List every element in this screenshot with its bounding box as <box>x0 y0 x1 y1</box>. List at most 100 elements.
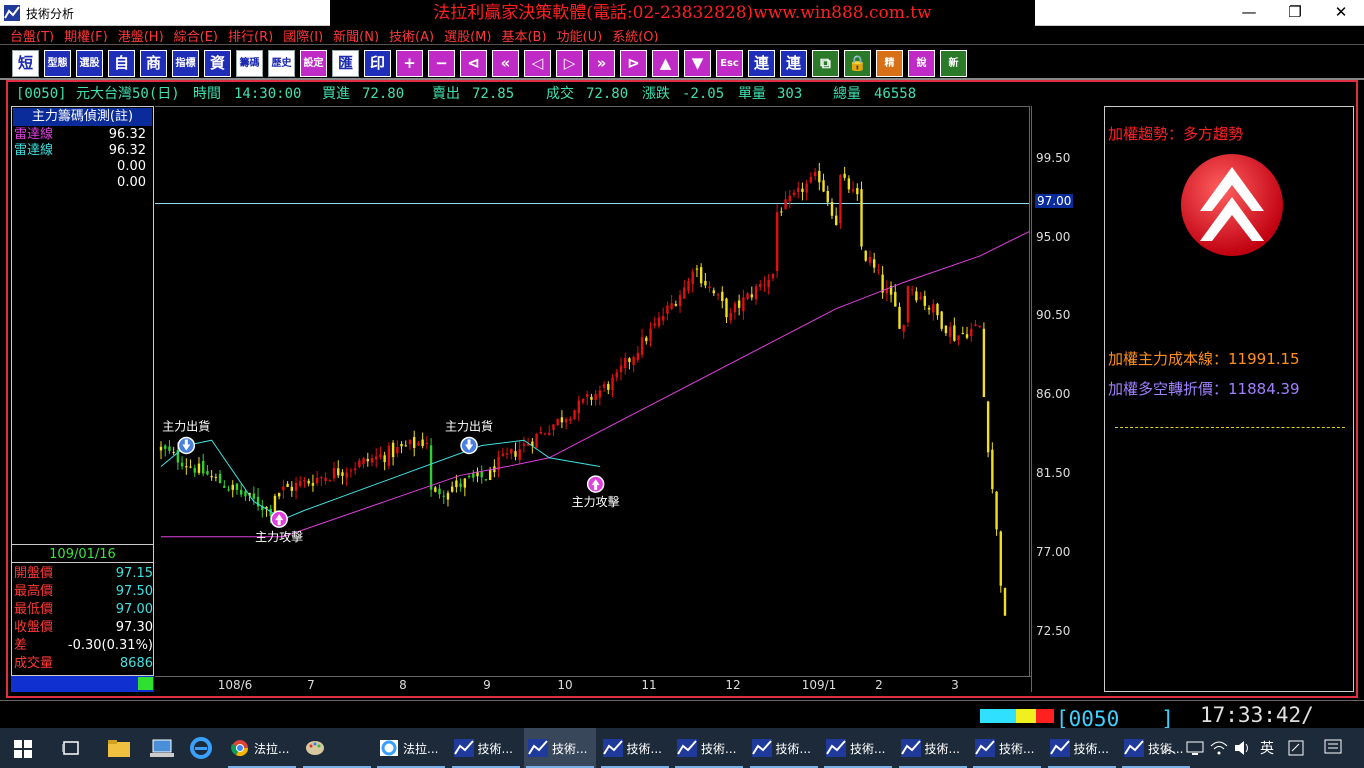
taskbar-task-label: 技術... <box>775 742 811 756</box>
menu-item-3[interactable]: 綜合(E) <box>174 30 218 42</box>
toolbar-button-22[interactable]: Esc <box>716 50 743 77</box>
taskbar-task[interactable]: 技術... <box>897 728 969 768</box>
toolbar-button-14[interactable]: ⊲ <box>460 50 487 77</box>
candle-body <box>227 489 230 491</box>
tray-expand-icon[interactable]: ︿ <box>1162 738 1176 758</box>
menu-item-5[interactable]: 國際(I) <box>283 30 323 42</box>
toolbar-button-2[interactable]: 選股 <box>76 50 103 77</box>
candle-body <box>307 480 310 484</box>
candle-body <box>286 483 289 488</box>
wifi-icon[interactable] <box>1210 740 1228 756</box>
menu-item-4[interactable]: 排行(R) <box>228 30 273 42</box>
taskbar-task[interactable]: 技術... <box>748 728 820 768</box>
menu-item-0[interactable]: 台盤(T) <box>10 30 54 42</box>
toolbar-button-23[interactable]: 連 <box>748 50 775 77</box>
toolbar-button-4[interactable]: 商 <box>140 50 167 77</box>
change-value: -2.05 <box>682 86 725 102</box>
candle-body <box>514 451 517 457</box>
date-tick-label: 11 <box>641 678 657 692</box>
candle-body <box>425 443 429 445</box>
internet-explorer-icon[interactable] <box>190 737 212 759</box>
minimize-button[interactable]: — <box>1226 0 1272 26</box>
menu-item-6[interactable]: 新聞(N) <box>333 30 379 42</box>
price-tick-label: 90.50 <box>1036 308 1071 323</box>
taskbar-task[interactable]: 技術... <box>1120 728 1192 768</box>
toolbar-button-9[interactable]: 設定 <box>300 50 327 77</box>
toolbar-button-11[interactable]: 印 <box>364 50 391 77</box>
notifications-icon[interactable] <box>1324 739 1342 757</box>
price-chart[interactable]: 主力出貨主力攻擊主力出貨主力攻擊主力出貨 <box>155 106 1030 676</box>
candle-body <box>843 173 846 178</box>
close-button[interactable]: ✕ <box>1318 0 1364 26</box>
toolbar-button-5[interactable]: 指標 <box>172 50 199 77</box>
chart-icon <box>528 739 548 757</box>
toolbar-button-7[interactable]: 籌碼 <box>236 50 263 77</box>
task-view-icon[interactable] <box>62 740 80 756</box>
toolbar-button-19[interactable]: ⊳ <box>620 50 647 77</box>
taskbar-task[interactable]: 技術... <box>822 728 894 768</box>
taskbar-task[interactable]: 法拉... <box>375 728 447 768</box>
toolbar-button-25[interactable]: ⧉ <box>812 50 839 77</box>
candle-body <box>624 358 627 369</box>
menu-item-9[interactable]: 基本(B) <box>501 30 546 42</box>
toolbar-button-20[interactable]: ▲ <box>652 50 679 77</box>
ime-language-indicator[interactable]: 英 <box>1260 738 1274 758</box>
toolbar-button-24[interactable]: 連 <box>780 50 807 77</box>
file-explorer-icon[interactable] <box>108 738 130 758</box>
candle-body <box>742 297 745 312</box>
maximize-button[interactable]: ❐ <box>1272 0 1318 26</box>
candle-body <box>712 290 716 294</box>
toolbar-button-27[interactable]: 精 <box>876 50 903 77</box>
toolbar-button-8[interactable]: 歷史 <box>268 50 295 77</box>
arrow-stem <box>277 520 281 526</box>
toolbar-button-1[interactable]: 型態 <box>44 50 71 77</box>
candle-body <box>446 492 450 500</box>
toolbar-button-15[interactable]: « <box>492 50 519 77</box>
toolbar-button-17[interactable]: ▷ <box>556 50 583 77</box>
daily-quote-row: 成交量 8686 <box>14 655 153 673</box>
toolbar-button-28[interactable]: 說 <box>908 50 935 77</box>
toolbar-button-13[interactable]: − <box>428 50 455 77</box>
candle-body <box>864 250 867 261</box>
candle-body <box>387 445 391 466</box>
toolbar-button-12[interactable]: + <box>396 50 423 77</box>
toolbar-button-0[interactable]: 短 <box>12 50 39 77</box>
last-label: 成交 <box>546 86 574 102</box>
volume-icon[interactable] <box>1234 740 1252 756</box>
toolbar-button-6[interactable]: 資 <box>204 50 231 77</box>
windows-start-icon[interactable] <box>14 740 32 758</box>
taskbar-task[interactable]: 技術... <box>673 728 745 768</box>
taskbar-task[interactable]: 技術... <box>1046 728 1118 768</box>
toolbar-button-26[interactable]: 🔒 <box>844 50 871 77</box>
toolbar-button-10[interactable]: 匯 <box>332 50 359 77</box>
toolbar-button-18[interactable]: » <box>588 50 615 77</box>
horizontal-scrollbar[interactable] <box>11 676 154 692</box>
taskbar-task[interactable]: 法拉... <box>226 728 298 768</box>
ask-value: 72.85 <box>472 86 515 102</box>
menu-item-7[interactable]: 技術(A) <box>389 30 434 42</box>
menu-item-8[interactable]: 選股(M) <box>444 30 491 42</box>
network-icon[interactable] <box>1186 740 1204 756</box>
taskbar-task[interactable] <box>301 728 373 768</box>
toolbar-button-3[interactable]: 自 <box>108 50 135 77</box>
taskbar-task[interactable]: 技術... <box>599 728 671 768</box>
toolbar-button-21[interactable]: ▼ <box>684 50 711 77</box>
toolbar-button-16[interactable]: ◁ <box>524 50 551 77</box>
taskbar-task[interactable]: 技術... <box>524 728 596 768</box>
menu-item-11[interactable]: 系統(O) <box>612 30 658 42</box>
taskbar-task[interactable]: 技術... <box>971 728 1043 768</box>
candle-body <box>463 478 467 488</box>
candle-body <box>678 295 682 306</box>
ime-mode-icon[interactable] <box>1288 740 1304 756</box>
candle-body <box>577 400 580 414</box>
toolbar-button-29[interactable]: 新 <box>940 50 967 77</box>
total-volume-value: 46558 <box>874 86 917 102</box>
menu-item-1[interactable]: 期權(F) <box>64 30 108 42</box>
taskbar-task[interactable]: 技術... <box>450 728 522 768</box>
menu-item-10[interactable]: 功能(U) <box>557 30 603 42</box>
computer-icon[interactable] <box>150 738 174 758</box>
indicator-title[interactable]: 主力籌碼偵測(註) <box>13 108 152 126</box>
status-bar: [0050 ] 17:33:42/ <box>0 700 1364 731</box>
scrollbar-thumb[interactable] <box>138 677 153 690</box>
menu-item-2[interactable]: 港盤(H) <box>118 30 164 42</box>
